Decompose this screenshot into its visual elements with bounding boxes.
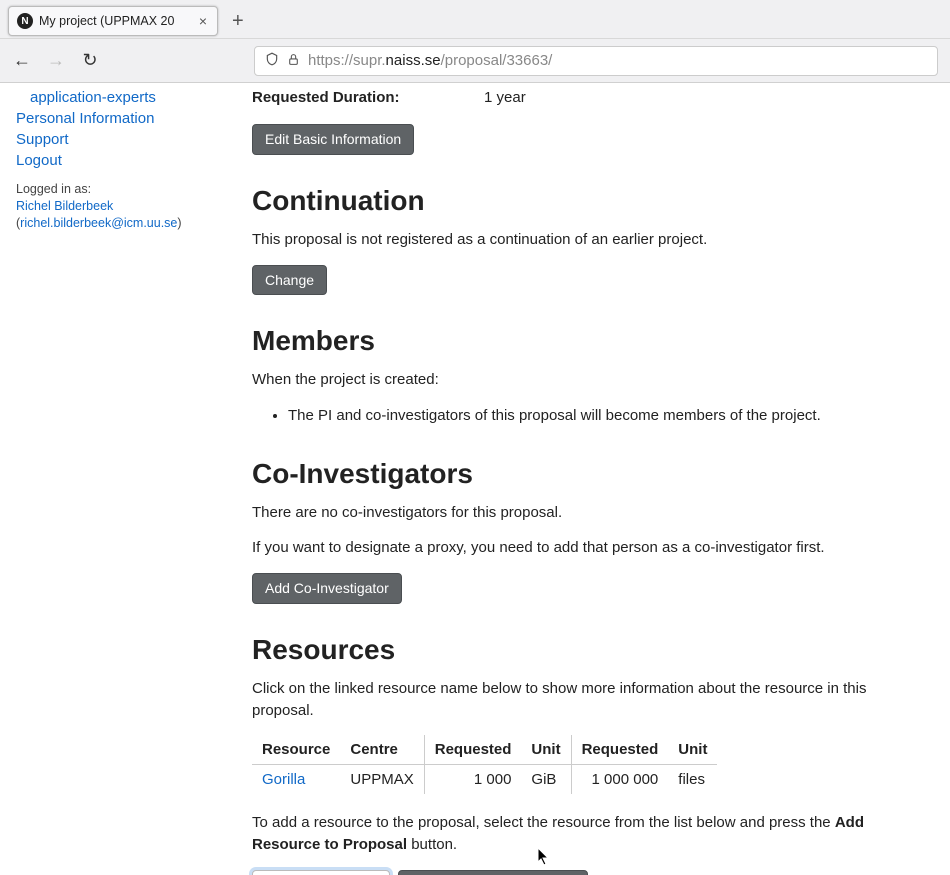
user-email-link[interactable]: richel.bilderbeek@icm.uu.se — [20, 216, 177, 230]
cell-unit-1: GiB — [521, 765, 571, 795]
browser-tab-bar: N My project (UPPMAX 20 × + — [0, 0, 950, 38]
members-bullet: The PI and co-investigators of this prop… — [288, 405, 926, 428]
col-resource: Resource — [252, 735, 340, 765]
address-bar[interactable]: https://supr.naiss.se/proposal/33663/ — [254, 46, 938, 76]
requested-duration-value: 1 year — [484, 89, 526, 106]
coinvestigators-none-text: There are no co-investigators for this p… — [252, 502, 926, 524]
tab-title: My project (UPPMAX 20 — [39, 14, 191, 28]
coinvestigators-proxy-text: If you want to designate a proxy, you ne… — [252, 537, 926, 559]
user-name-link[interactable]: Richel Bilderbeek — [16, 199, 113, 213]
forward-button[interactable]: → — [46, 50, 66, 71]
members-intro: When the project is created: — [252, 369, 926, 391]
cell-centre: UPPMAX — [340, 765, 424, 795]
resource-link[interactable]: Gorilla — [262, 771, 305, 788]
sidebar: application-experts Personal Information… — [0, 83, 230, 875]
col-requested-1: Requested — [424, 735, 521, 765]
requested-duration-label: Requested Duration: — [252, 89, 484, 106]
main-content: Requested Duration: 1 year Edit Basic In… — [230, 83, 950, 875]
resources-table: Resource Centre Requested Unit Requested… — [252, 735, 717, 794]
resource-select[interactable]: Pelle @ UPPMAX — [252, 870, 390, 875]
url-text: https://supr.naiss.se/proposal/33663/ — [308, 52, 927, 69]
sidebar-link-application-experts[interactable]: application-experts — [30, 87, 216, 108]
col-unit-2: Unit — [668, 735, 717, 765]
browser-toolbar: ← → ↻ https://supr.naiss.se/proposal/336… — [0, 38, 950, 82]
edit-basic-information-button[interactable]: Edit Basic Information — [252, 124, 414, 155]
add-coinvestigator-button[interactable]: Add Co-Investigator — [252, 573, 402, 604]
browser-tab[interactable]: N My project (UPPMAX 20 × — [8, 6, 218, 36]
cell-requested-1: 1 000 — [424, 765, 521, 795]
table-row: Gorilla UPPMAX 1 000 GiB 1 000 000 files — [252, 765, 717, 795]
lock-icon — [287, 53, 300, 69]
resources-intro: Click on the linked resource name below … — [252, 678, 926, 722]
continuation-heading: Continuation — [252, 185, 926, 217]
col-unit-1: Unit — [521, 735, 571, 765]
resources-heading: Resources — [252, 634, 926, 666]
col-requested-2: Requested — [571, 735, 668, 765]
change-continuation-button[interactable]: Change — [252, 265, 327, 296]
table-header-row: Resource Centre Requested Unit Requested… — [252, 735, 717, 765]
new-tab-button[interactable]: + — [232, 11, 244, 31]
sidebar-link-personal-information[interactable]: Personal Information — [16, 108, 216, 129]
continuation-text: This proposal is not registered as a con… — [252, 229, 926, 251]
members-heading: Members — [252, 325, 926, 357]
sidebar-link-support[interactable]: Support — [16, 129, 216, 150]
shield-icon — [265, 52, 279, 69]
sidebar-link-logout[interactable]: Logout — [16, 150, 216, 171]
reload-button[interactable]: ↻ — [80, 50, 100, 71]
tab-favicon: N — [17, 13, 33, 29]
add-resource-button[interactable]: Add Resource to Proposal — [398, 870, 587, 875]
back-button[interactable]: ← — [12, 50, 32, 71]
logged-in-block: Logged in as: Richel Bilderbeek (richel.… — [16, 181, 216, 233]
col-centre: Centre — [340, 735, 424, 765]
close-icon[interactable]: × — [197, 13, 209, 29]
requested-duration-row: Requested Duration: 1 year — [252, 89, 926, 106]
cell-requested-2: 1 000 000 — [571, 765, 668, 795]
coinvestigators-heading: Co-Investigators — [252, 458, 926, 490]
cell-unit-2: files — [668, 765, 717, 795]
add-resource-instruction: To add a resource to the proposal, selec… — [252, 812, 926, 856]
logged-in-label: Logged in as: — [16, 182, 91, 196]
